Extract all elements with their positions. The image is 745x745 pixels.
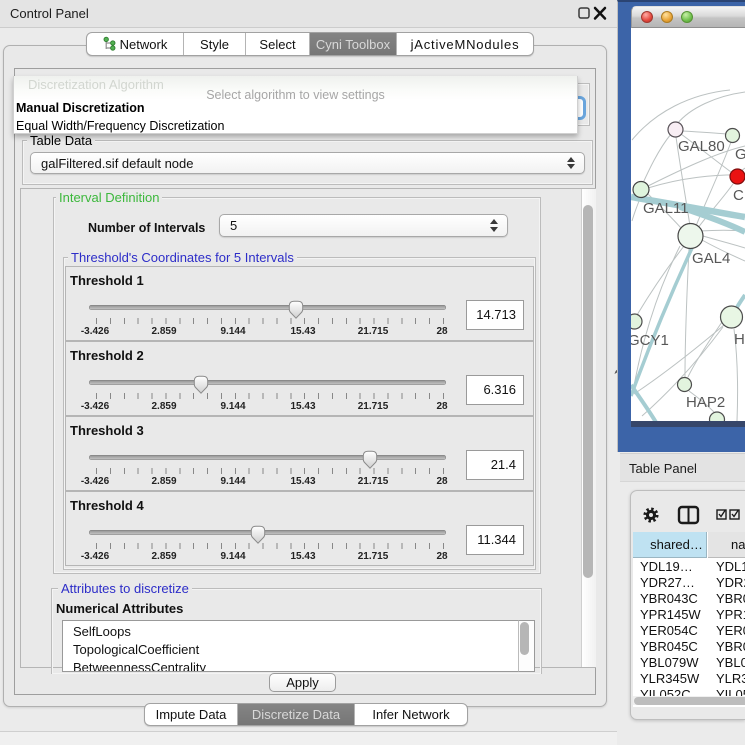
svg-text:HAP2: HAP2 — [686, 394, 725, 411]
svg-text:GAL4: GAL4 — [692, 250, 730, 267]
svg-text:GAL80: GAL80 — [678, 138, 725, 155]
svg-text:GA: GA — [735, 146, 745, 163]
svg-text:H: H — [734, 331, 745, 348]
svg-text:C: C — [733, 187, 744, 204]
svg-text:GCY1: GCY1 — [631, 332, 669, 349]
svg-text:GAL11: GAL11 — [643, 200, 689, 217]
